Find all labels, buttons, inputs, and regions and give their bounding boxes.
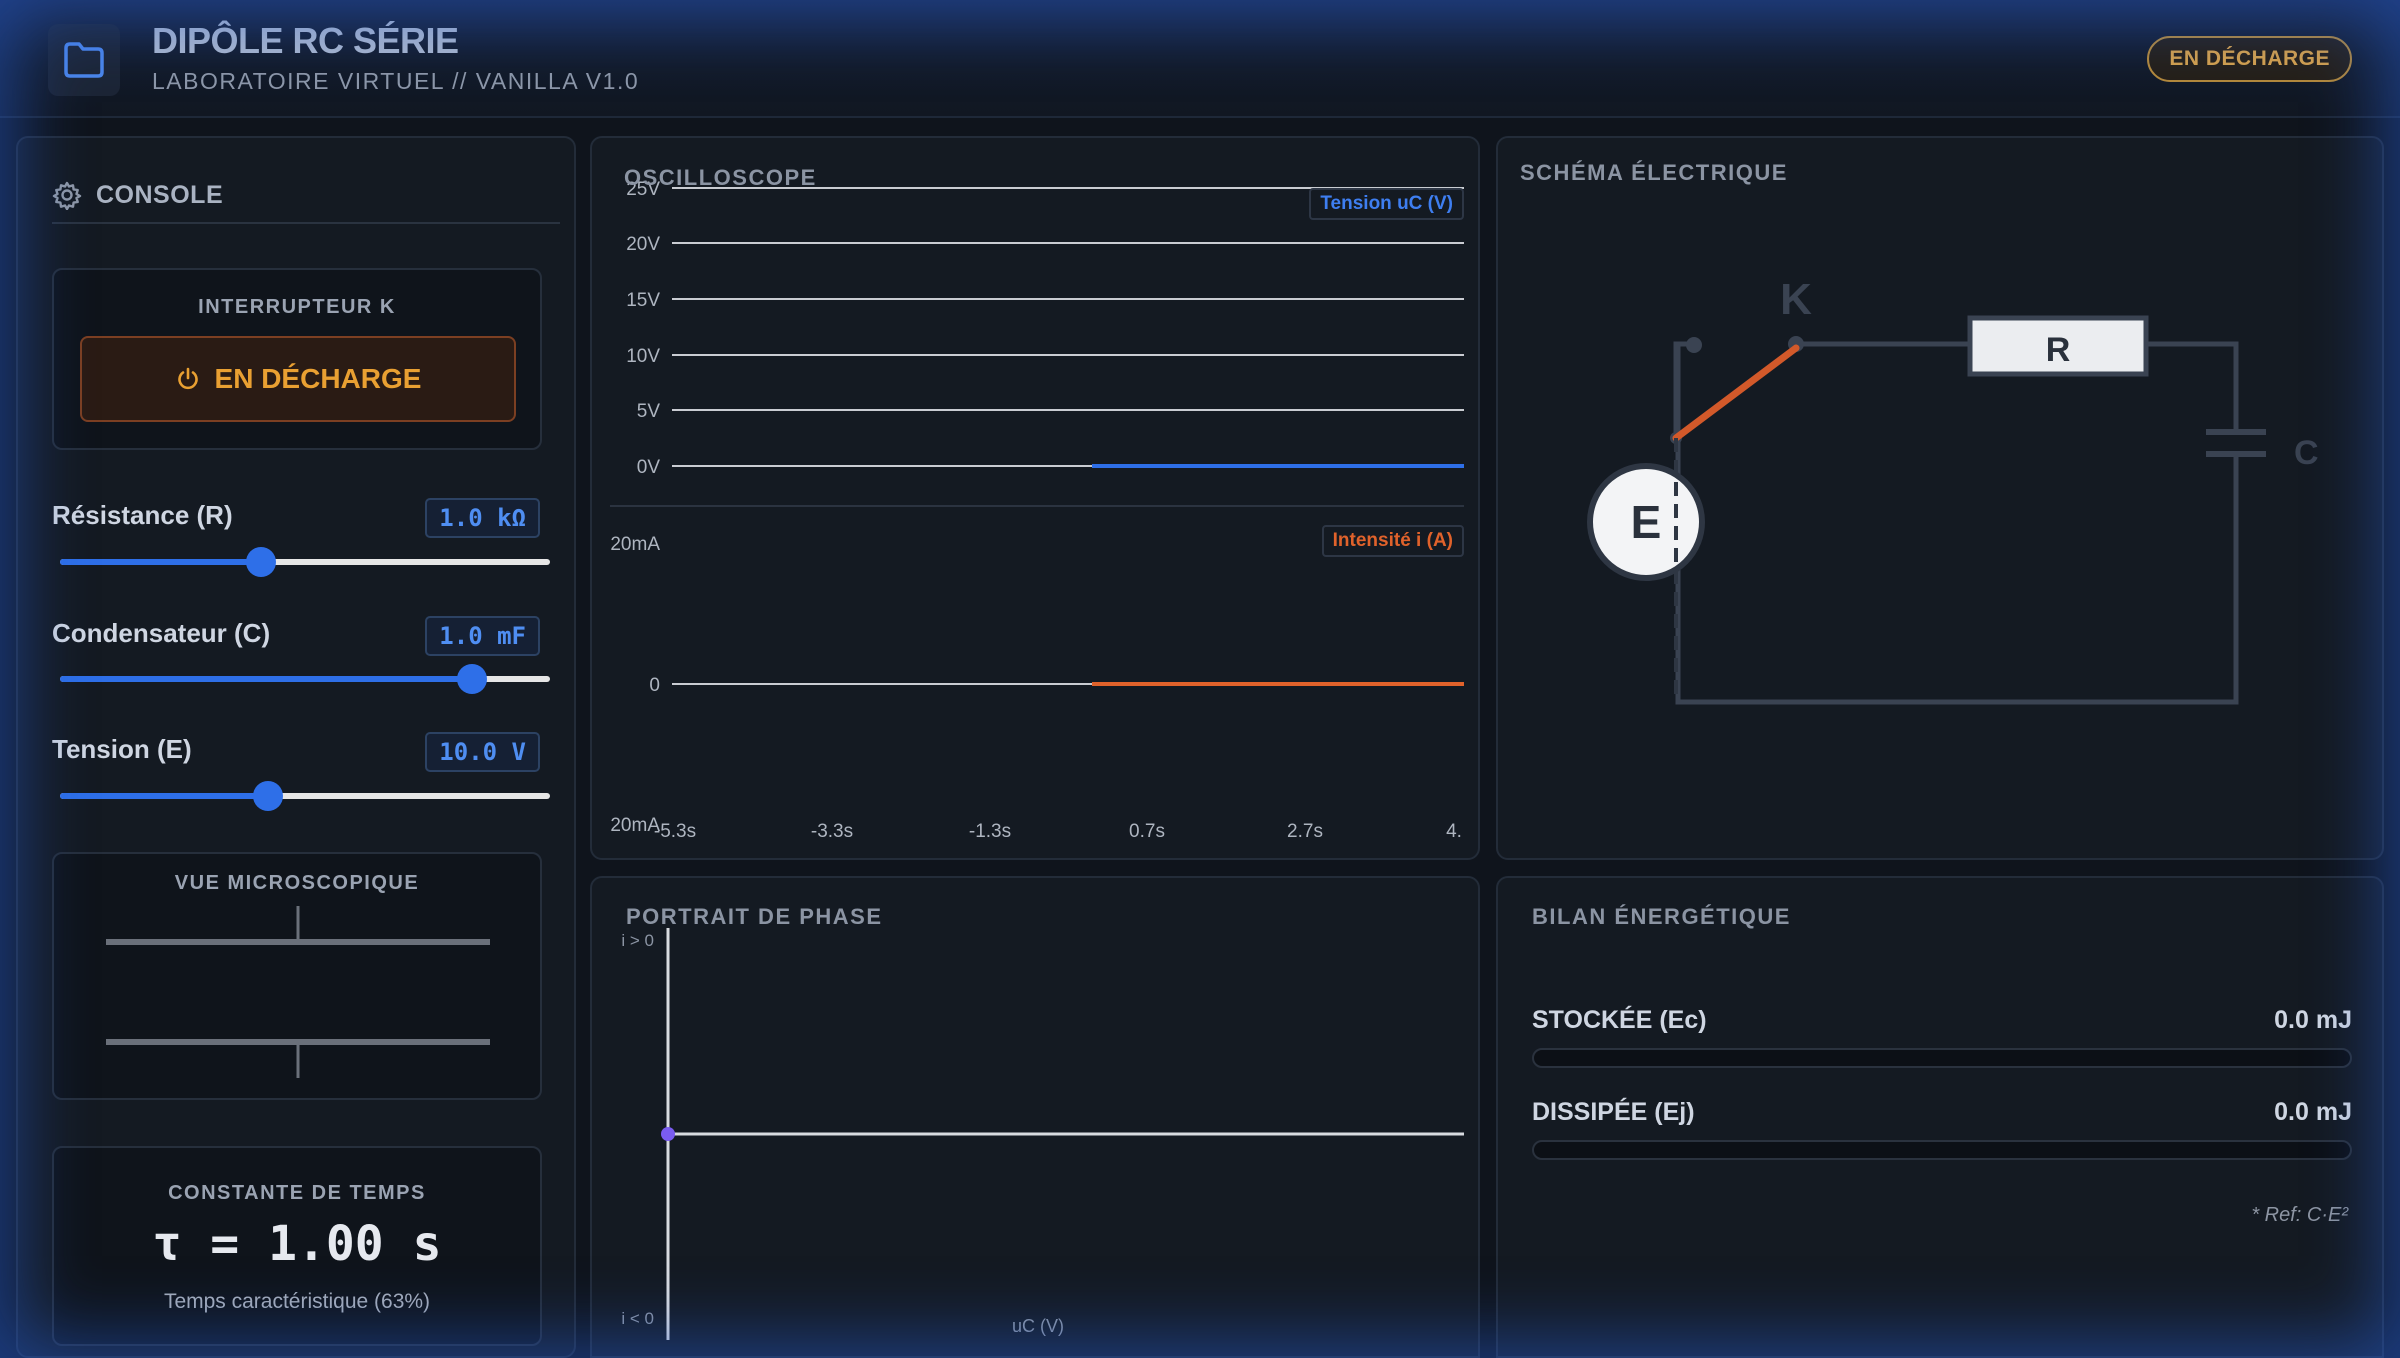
slider-thumb[interactable]: [253, 781, 284, 811]
gear-icon: [52, 181, 82, 210]
time-tick: 4.: [1446, 821, 1462, 842]
resistance-label: Résistance (R): [52, 500, 233, 530]
console-panel: CONSOLE INTERRUPTEUR K EN DÉCHARGE Résis…: [16, 136, 576, 1358]
phase-y-bottom-label: i < 0: [621, 1309, 654, 1328]
current-tick: 20mA: [610, 815, 660, 836]
capacitor-plates-graphic: [106, 906, 490, 1078]
console-title: CONSOLE: [96, 180, 224, 209]
voltage-tick: 20V: [626, 234, 660, 255]
stored-energy-bar: [1532, 1048, 2352, 1068]
resistance-value: 1.0 kΩ: [425, 498, 540, 538]
voltage-tick: 15V: [626, 290, 660, 311]
oscilloscope-panel: 25V 20V 15V 10V 5V 0V 20mA 0 20mA -5.3s …: [590, 136, 1480, 860]
voltage-legend: Tension uC (V): [1309, 188, 1464, 220]
time-tick: -5.3s: [654, 821, 696, 842]
current-tick: 20mA: [610, 534, 660, 555]
microscopic-view: VUE MICROSCOPIQUE: [52, 852, 542, 1100]
capacitor-label: Condensateur (C): [52, 618, 271, 648]
capacitor-label: C: [2294, 434, 2319, 472]
energy-panel: BILAN ÉNERGÉTIQUE STOCKÉE (Ec) 0.0 mJ DI…: [1496, 876, 2384, 1358]
source-label: E: [1631, 496, 1662, 548]
voltage-tick: 10V: [626, 346, 660, 367]
oscilloscope-graph: 25V 20V 15V 10V 5V 0V 20mA 0 20mA -5.3s …: [610, 165, 1464, 842]
folder-icon[interactable]: [48, 24, 120, 96]
power-icon: [177, 367, 198, 390]
phase-portrait-graph: i > 0 i < 0 uC (V): [621, 928, 1464, 1340]
phase-point: [661, 1127, 675, 1141]
time-tick: 2.7s: [1287, 821, 1323, 842]
switch-box: INTERRUPTEUR K EN DÉCHARGE: [52, 268, 542, 450]
phase-y-top-label: i > 0: [621, 931, 654, 950]
console-header: CONSOLE: [52, 168, 560, 224]
wire-left-bottom: [1675, 344, 2239, 705]
current-legend: Intensité i (A): [1321, 525, 1464, 557]
wire-top-right: [2146, 341, 2239, 430]
time-constant-value: τ = 1.00 s: [152, 1216, 442, 1272]
phase-x-label: uC (V): [1012, 1316, 1064, 1336]
capacitor-slider[interactable]: [60, 664, 550, 694]
time-constant-label: CONSTANTE DE TEMPS: [168, 1182, 426, 1204]
time-constant-box: CONSTANTE DE TEMPS τ = 1.00 s Temps cara…: [52, 1146, 542, 1346]
app-subtitle: LABORATOIRE VIRTUEL // VANILLA V1.0: [152, 68, 640, 94]
dissipated-energy-value: 0.0 mJ: [2274, 1098, 2352, 1126]
switch-contact-left: [1686, 337, 1702, 353]
voltage-value: 10.0 V: [425, 732, 540, 772]
stored-energy-value: 0.0 mJ: [2274, 1006, 2352, 1034]
voltage-slider[interactable]: [60, 781, 550, 811]
schematic-panel: SCHÉMA ÉLECTRIQUE K R C E: [1496, 136, 2384, 860]
phase-portrait-panel: PORTRAIT DE PHASE i > 0 i < 0 uC (V): [590, 876, 1480, 1358]
voltage-tick: 5V: [637, 401, 661, 422]
app-title: DIPÔLE RC SÉRIE: [152, 20, 459, 61]
voltage-gridlines: [672, 187, 1464, 411]
time-tick: -1.3s: [969, 821, 1011, 842]
switch-button-label: EN DÉCHARGE: [214, 363, 422, 394]
stored-energy-label: STOCKÉE (Ec): [1532, 1006, 1707, 1034]
resistance-slider[interactable]: [60, 547, 550, 577]
slider-thumb[interactable]: [245, 547, 276, 577]
voltage-tick: 0V: [637, 457, 661, 478]
oscilloscope-title: OSCILLOSCOPE: [624, 165, 817, 190]
current-tick: 0: [649, 675, 660, 696]
dissipated-energy-label: DISSIPÉE (Ej): [1532, 1098, 1695, 1126]
time-tick: -3.3s: [811, 821, 853, 842]
energy-reference-note: * Ref: C·E²: [2251, 1204, 2348, 1226]
circuit-diagram: K R C E: [1587, 275, 2319, 705]
switch-arm[interactable]: [1672, 344, 1800, 442]
capacitor-value: 1.0 mF: [425, 616, 540, 656]
switch-label: INTERRUPTEUR K: [198, 296, 396, 318]
slider-thumb[interactable]: [456, 664, 487, 694]
time-constant-note: Temps caractéristique (63%): [163, 1290, 431, 1313]
energy-title: BILAN ÉNERGÉTIQUE: [1532, 904, 1791, 929]
switch-label-k: K: [1780, 275, 1812, 324]
time-tick: 0.7s: [1129, 821, 1165, 842]
status-badge: EN DÉCHARGE: [2147, 36, 2352, 82]
dissipated-energy-bar: [1532, 1140, 2352, 1160]
app-header: DIPÔLE RC SÉRIE LABORATOIRE VIRTUEL // V…: [0, 0, 2400, 118]
switch-toggle-button[interactable]: EN DÉCHARGE: [80, 336, 516, 422]
resistor-label: R: [2046, 331, 2071, 369]
voltage-label: Tension (E): [52, 734, 192, 764]
